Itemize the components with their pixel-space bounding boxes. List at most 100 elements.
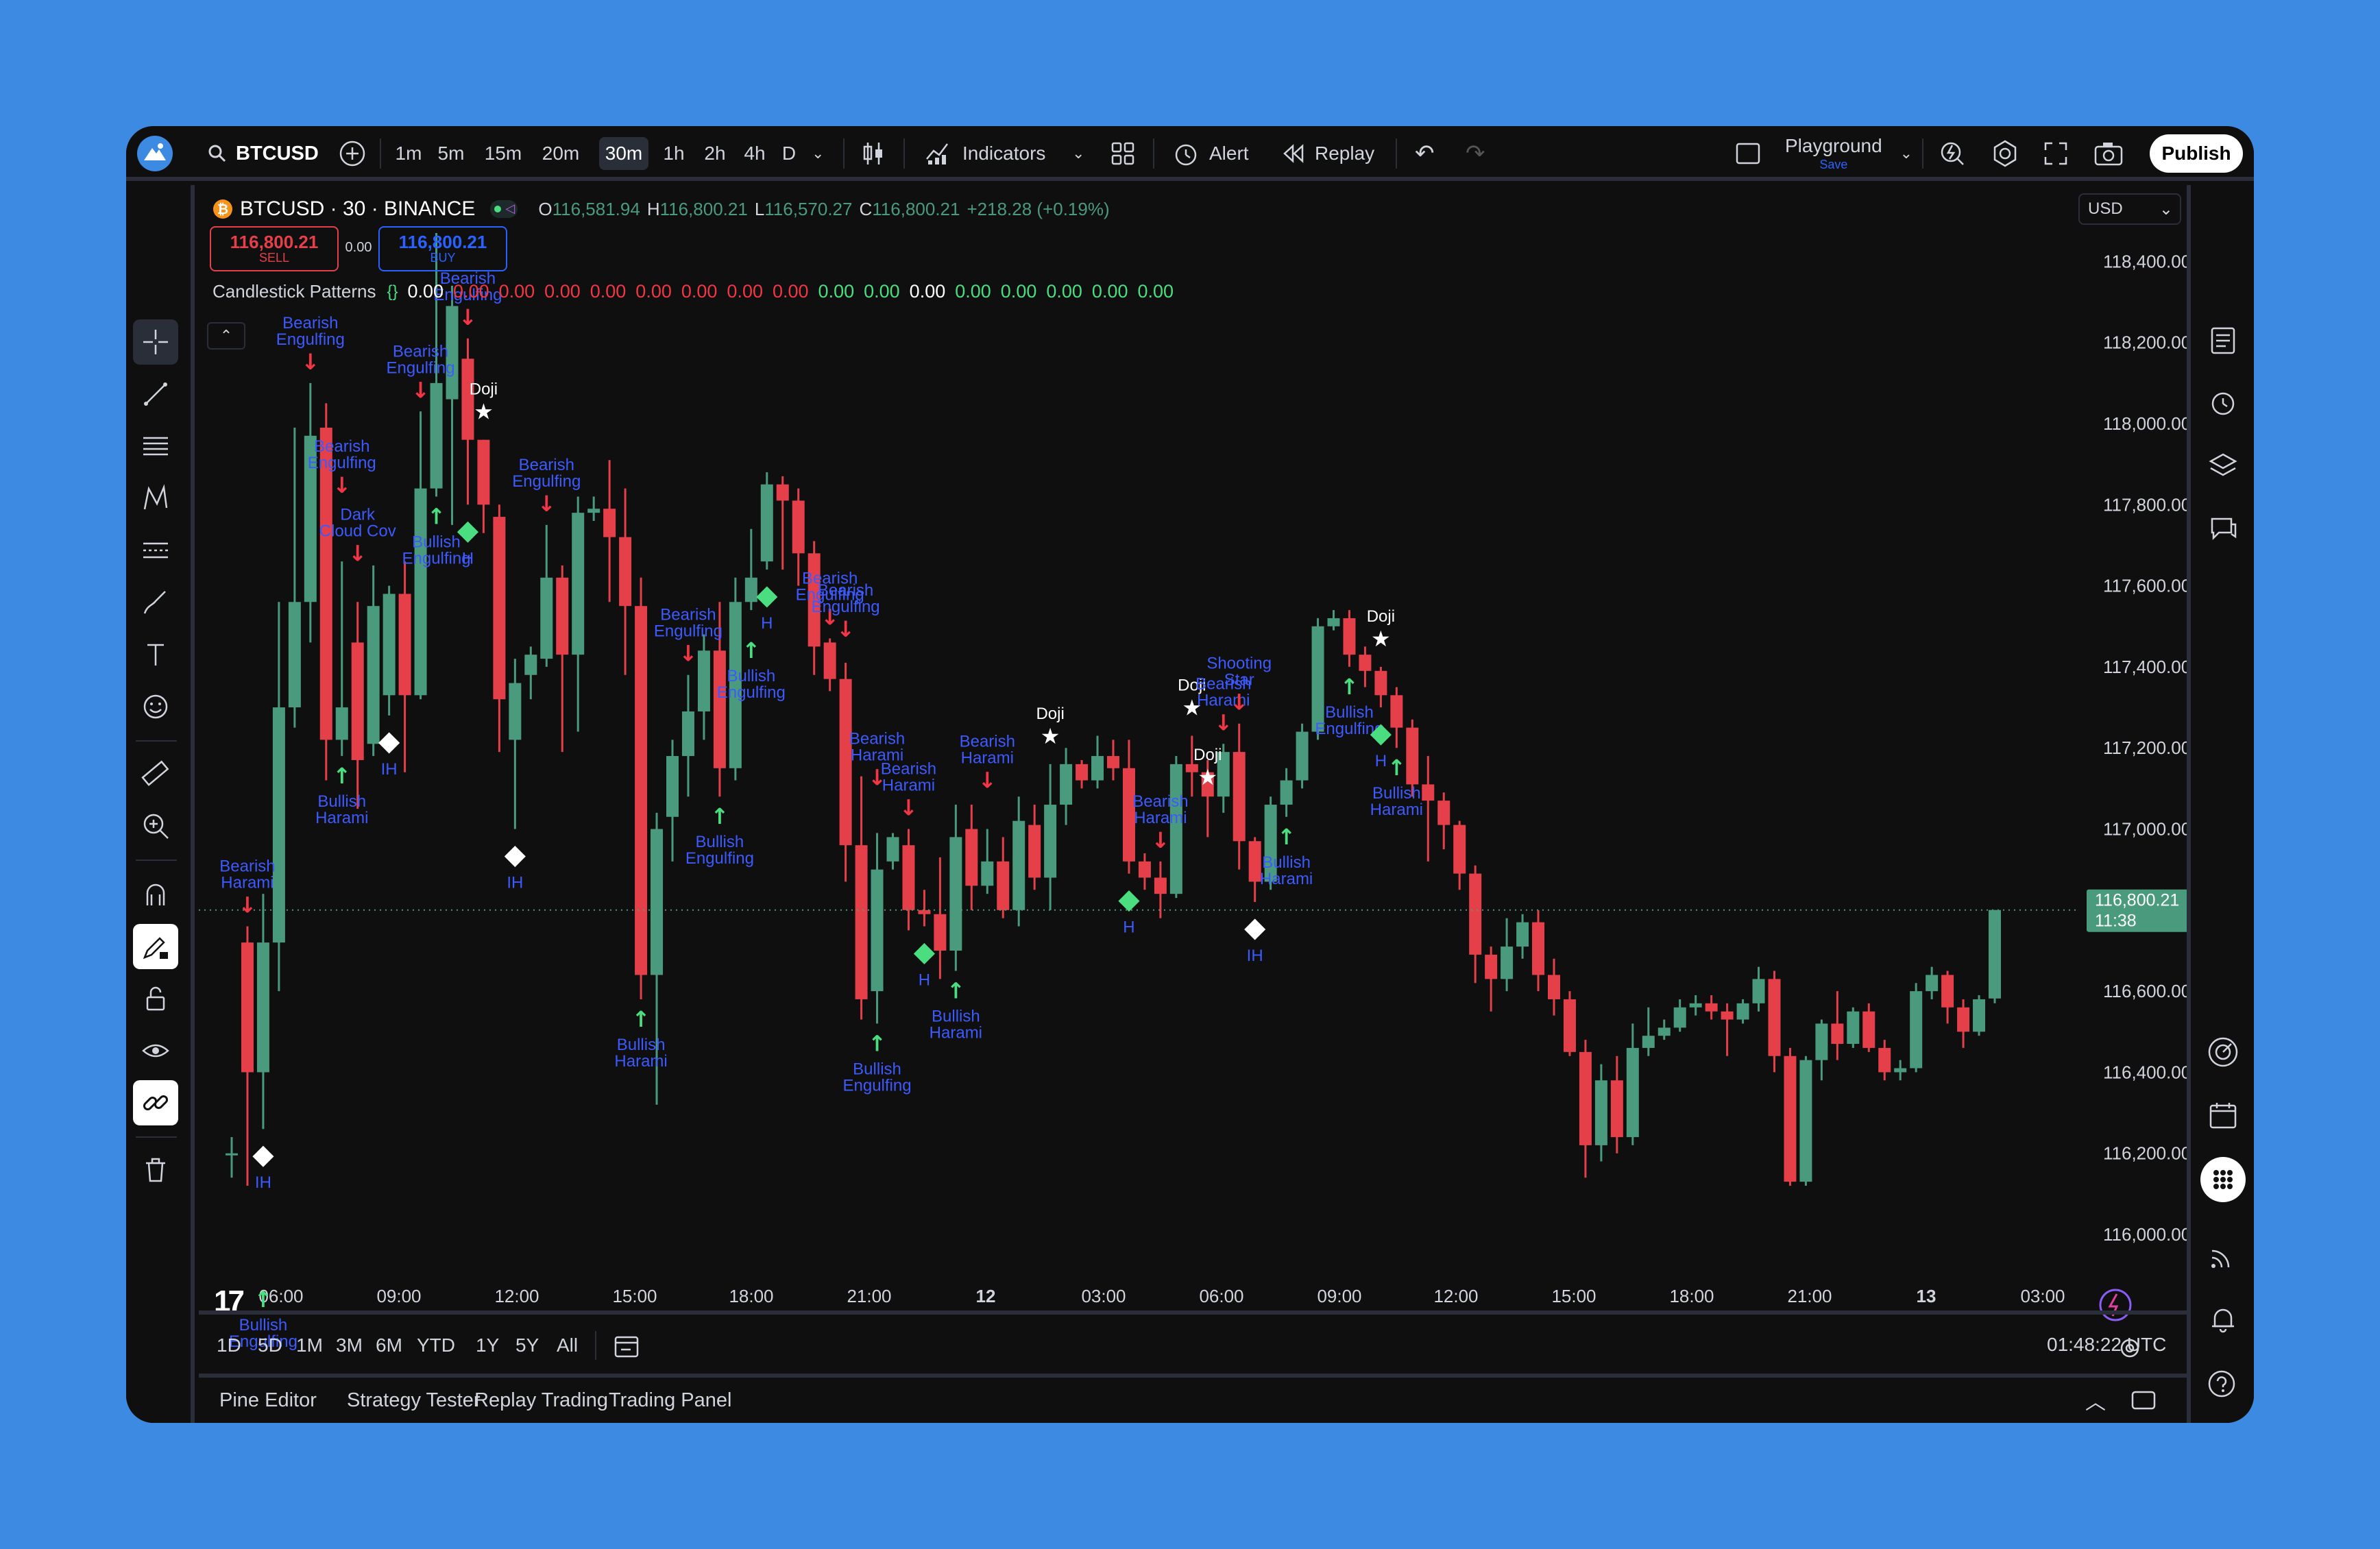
svg-text:₿: ₿: [217, 202, 228, 217]
utc-clock[interactable]: 01:48:22 UTC: [2047, 1334, 2166, 1356]
pattern-label: Bullish: [727, 667, 775, 685]
timeframe-4h[interactable]: 4h: [738, 137, 772, 170]
alert-button[interactable]: Alert: [1172, 126, 1249, 181]
help-button[interactable]: [2200, 1360, 2246, 1405]
sync-drawings-tool[interactable]: [133, 1080, 178, 1125]
candle-body: [871, 869, 884, 992]
timeframe-30m[interactable]: 30m: [599, 137, 648, 170]
symbol-legend[interactable]: ₿ BTCUSD · 30 · BINANCE ◁ O 116,581.94 H1…: [212, 197, 1110, 221]
object-tree-button[interactable]: [2200, 443, 2246, 488]
crosshair-tool[interactable]: [133, 319, 178, 365]
currency-select[interactable]: USD ⌄: [2078, 193, 2181, 225]
snapshot-button[interactable]: [2093, 126, 2124, 181]
quick-search-button[interactable]: [1939, 126, 1966, 181]
pattern-label: Engulfing: [387, 358, 455, 377]
redo-button[interactable]: ↷: [1466, 126, 1485, 181]
timeframe-15m[interactable]: 15m: [478, 137, 528, 170]
streams-button[interactable]: [2200, 1234, 2246, 1279]
layout-name-button[interactable]: Playground Save ⌄: [1734, 126, 1912, 181]
symbol-search[interactable]: BTCUSD: [207, 126, 319, 181]
timeframe-dropdown[interactable]: ⌄: [812, 126, 824, 181]
indicators-button[interactable]: Indicators: [925, 126, 1045, 181]
range-5d[interactable]: 5D: [258, 1323, 282, 1368]
pattern-label: Harami: [1260, 870, 1313, 888]
range-all[interactable]: All: [557, 1323, 578, 1368]
timeframe-5m[interactable]: 5m: [432, 137, 470, 170]
calendar-button[interactable]: [2200, 1093, 2246, 1138]
measure-tool[interactable]: [133, 751, 178, 796]
range-5y[interactable]: 5Y: [515, 1323, 539, 1368]
layouts-button[interactable]: [1110, 126, 1135, 181]
goto-date-button[interactable]: [613, 1323, 640, 1368]
trend-line-tool[interactable]: [133, 371, 178, 417]
alerts-panel-button[interactable]: [2200, 380, 2246, 425]
pattern-label: Harami: [614, 1052, 667, 1071]
candle-body: [1721, 1011, 1734, 1020]
fullscreen-button[interactable]: [2043, 126, 2069, 181]
sell-button[interactable]: 116,800.21 SELL: [210, 226, 339, 271]
candle-body: [666, 756, 679, 817]
pattern-label: Engulfing: [812, 598, 880, 616]
source-code-icon[interactable]: {}: [387, 282, 398, 302]
range-1d[interactable]: 1D: [217, 1323, 241, 1368]
collapse-legend-button[interactable]: ⌃: [207, 322, 245, 350]
timeframe-1m[interactable]: 1m: [389, 137, 428, 170]
notifications-button[interactable]: [2200, 1297, 2246, 1342]
range-ytd[interactable]: YTD: [417, 1323, 455, 1368]
chart-area[interactable]: 118,400.00 118,200.00 118,000.00 117,800.00…: [199, 185, 2196, 1372]
timeframe-d[interactable]: D: [775, 137, 803, 170]
forecast-tool[interactable]: [133, 528, 178, 573]
stay-drawing-tool[interactable]: [133, 924, 178, 969]
bullish-arrow-icon: ↑: [254, 1286, 273, 1313]
expand-panel-button[interactable]: [2130, 1378, 2157, 1423]
plus-circle-icon: [339, 141, 365, 167]
brush-tool[interactable]: [133, 580, 178, 625]
range-3m[interactable]: 3M: [336, 1323, 363, 1368]
pattern-label: Engulfing: [842, 1076, 911, 1095]
pattern-label: Bullish: [412, 533, 461, 551]
layers-icon: [2209, 453, 2237, 476]
chart-type-button[interactable]: [861, 126, 886, 181]
text-icon: [147, 644, 164, 666]
tab-strategy-tester[interactable]: Strategy Tester: [347, 1378, 481, 1423]
indicators-dropdown[interactable]: ⌄: [1072, 126, 1084, 181]
chats-button[interactable]: [2200, 506, 2246, 551]
timeframe-1h[interactable]: 1h: [657, 137, 691, 170]
settings-button[interactable]: [1991, 126, 2019, 181]
maximize-panel-button[interactable]: ︿: [2085, 1378, 2106, 1423]
watchlist-button[interactable]: [2200, 318, 2246, 363]
tab-pine-editor[interactable]: Pine Editor: [219, 1378, 317, 1423]
price-chart-svg[interactable]: 118,400.00 118,200.00 118,000.00 117,800.00…: [199, 185, 2196, 1372]
sell-price: 116,800.21: [230, 231, 319, 252]
market-status-badge[interactable]: ◁: [490, 200, 518, 218]
ideas-button[interactable]: [2200, 1029, 2246, 1075]
pattern-label: Engulfing: [308, 454, 376, 472]
range-6m[interactable]: 6M: [376, 1323, 402, 1368]
apps-button[interactable]: [2200, 1157, 2246, 1202]
zoom-tool[interactable]: [133, 803, 178, 849]
publish-button[interactable]: Publish: [2150, 134, 2243, 173]
remove-drawings-tool[interactable]: [133, 1147, 178, 1193]
replay-button[interactable]: Replay: [1282, 126, 1374, 181]
indicator-value: 0.00: [864, 281, 900, 302]
hide-tool[interactable]: [133, 1028, 178, 1073]
tab-replay-trading[interactable]: Replay Trading: [474, 1378, 608, 1423]
timeframe-20m[interactable]: 20m: [535, 137, 587, 170]
app-logo[interactable]: [136, 126, 174, 181]
candle-body: [886, 837, 899, 862]
undo-button[interactable]: ↶: [1415, 126, 1435, 181]
tab-trading-panel[interactable]: Trading Panel: [609, 1378, 731, 1423]
range-1m[interactable]: 1M: [296, 1323, 323, 1368]
fib-tool[interactable]: [133, 424, 178, 469]
pattern-tool[interactable]: [133, 476, 178, 521]
text-tool[interactable]: [133, 632, 178, 677]
compare-symbol-button[interactable]: [339, 126, 366, 181]
lock-tool[interactable]: [133, 976, 178, 1021]
indicator-legend[interactable]: Candlestick Patterns {} 0.00 0.00 0.00 0.00…: [212, 281, 1174, 302]
range-1y[interactable]: 1Y: [476, 1323, 499, 1368]
buy-button[interactable]: 116,800.21 BUY: [378, 226, 507, 271]
emoji-tool[interactable]: [133, 684, 178, 729]
candle-body: [1296, 731, 1309, 781]
magnet-tool[interactable]: [133, 872, 178, 917]
timeframe-2h[interactable]: 2h: [698, 137, 732, 170]
